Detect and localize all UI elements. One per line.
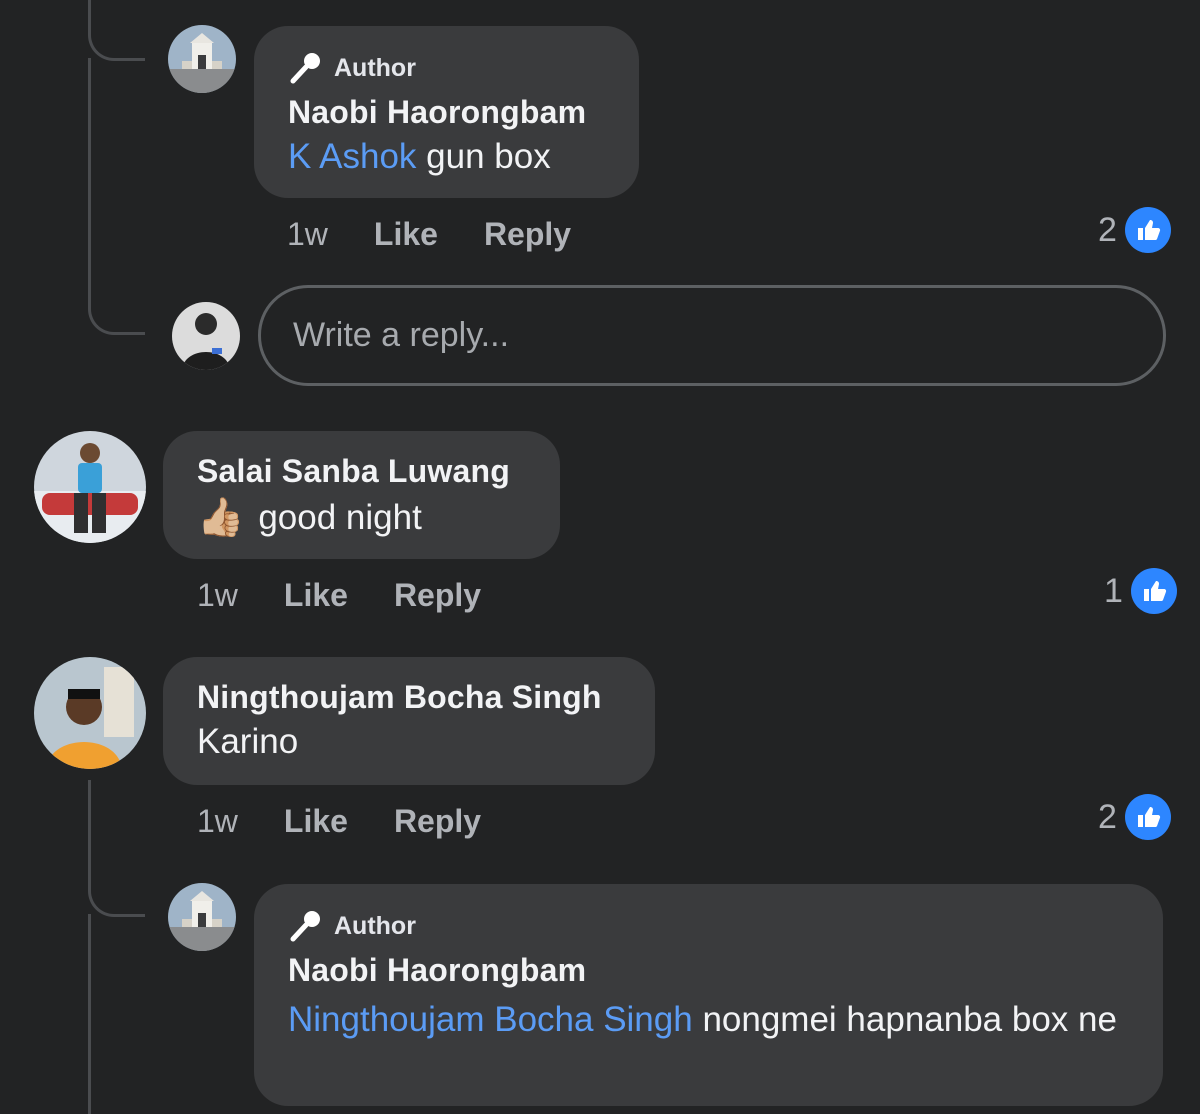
reaction-count: 1 bbox=[1104, 571, 1123, 610]
thumbs-up-emoji: 👍🏼 bbox=[197, 497, 245, 539]
reaction-count: 2 bbox=[1098, 210, 1117, 249]
comment-text: 👍🏼 good night bbox=[197, 496, 560, 540]
thread-connector bbox=[88, 0, 145, 61]
timestamp[interactable]: 1w bbox=[287, 216, 328, 253]
man-with-car-avatar-icon bbox=[34, 431, 146, 543]
man-portrait-avatar-icon bbox=[34, 657, 146, 769]
comment-body: nongmei hapnanba box ne bbox=[692, 1000, 1117, 1039]
comment-thread: Author Naobi Haorongbam K Ashok gun box … bbox=[0, 0, 1200, 1114]
comment-body: gun box bbox=[416, 137, 551, 176]
comment-actions: 1w Like Reply bbox=[197, 803, 527, 840]
comment-body: Karino bbox=[197, 722, 299, 761]
like-reaction-icon bbox=[1124, 794, 1171, 840]
thread-connector bbox=[88, 58, 145, 335]
comment-bubble[interactable]: Salai Sanba Luwang 👍🏼 good night bbox=[163, 431, 560, 559]
avatar[interactable] bbox=[34, 657, 146, 769]
reply-button[interactable]: Reply bbox=[394, 803, 481, 840]
avatar[interactable] bbox=[168, 25, 236, 93]
reply-button[interactable]: Reply bbox=[394, 577, 481, 614]
comment-bubble[interactable]: Ningthoujam Bocha Singh Karino bbox=[163, 657, 655, 785]
commenter-name[interactable]: Ningthoujam Bocha Singh bbox=[197, 679, 655, 716]
building-photo-avatar-icon bbox=[168, 25, 236, 93]
author-badge-label: Author bbox=[334, 911, 416, 940]
reply-button[interactable]: Reply bbox=[484, 216, 571, 253]
thread-connector bbox=[88, 780, 145, 917]
comment-text: K Ashok gun box bbox=[288, 137, 639, 177]
thread-line bbox=[88, 914, 91, 1114]
avatar[interactable] bbox=[34, 431, 146, 543]
like-reaction-icon bbox=[1124, 207, 1171, 253]
like-reaction-icon bbox=[1130, 568, 1177, 614]
reply-input[interactable]: Write a reply... bbox=[258, 285, 1166, 386]
mention-link[interactable]: Ningthoujam Bocha Singh bbox=[288, 1000, 693, 1039]
reaction-summary[interactable]: 2 bbox=[1098, 207, 1171, 253]
comment-body: good night bbox=[258, 498, 422, 537]
microphone-icon bbox=[290, 911, 320, 942]
mention-link[interactable]: K Ashok bbox=[288, 137, 416, 176]
current-user-avatar[interactable] bbox=[172, 302, 240, 370]
building-photo-avatar-icon bbox=[168, 883, 236, 951]
timestamp[interactable]: 1w bbox=[197, 803, 238, 840]
author-badge-label: Author bbox=[334, 53, 416, 82]
reaction-summary[interactable]: 2 bbox=[1098, 794, 1171, 840]
microphone-icon bbox=[290, 53, 320, 84]
comment-bubble[interactable]: Author Naobi Haorongbam Ningthoujam Boch… bbox=[254, 884, 1163, 1106]
avatar[interactable] bbox=[168, 883, 236, 951]
like-button[interactable]: Like bbox=[374, 216, 438, 253]
reaction-count: 2 bbox=[1098, 797, 1117, 836]
like-button[interactable]: Like bbox=[284, 577, 348, 614]
reaction-summary[interactable]: 1 bbox=[1104, 568, 1177, 614]
author-badge: Author bbox=[288, 908, 1133, 944]
reply-input-placeholder: Write a reply... bbox=[293, 316, 510, 354]
commenter-name[interactable]: Naobi Haorongbam bbox=[288, 952, 1133, 989]
commenter-name[interactable]: Salai Sanba Luwang bbox=[197, 453, 560, 490]
commenter-name[interactable]: Naobi Haorongbam bbox=[288, 94, 639, 131]
comment-text: Ningthoujam Bocha Singh nongmei hapnanba… bbox=[288, 995, 1133, 1045]
timestamp[interactable]: 1w bbox=[197, 577, 238, 614]
comment-actions: 1w Like Reply bbox=[197, 577, 527, 614]
comment-actions: 1w Like Reply bbox=[287, 216, 617, 253]
author-badge: Author bbox=[288, 50, 639, 86]
comment-bubble[interactable]: Author Naobi Haorongbam K Ashok gun box bbox=[254, 26, 639, 198]
user-photo-icon bbox=[172, 302, 240, 370]
like-button[interactable]: Like bbox=[284, 803, 348, 840]
